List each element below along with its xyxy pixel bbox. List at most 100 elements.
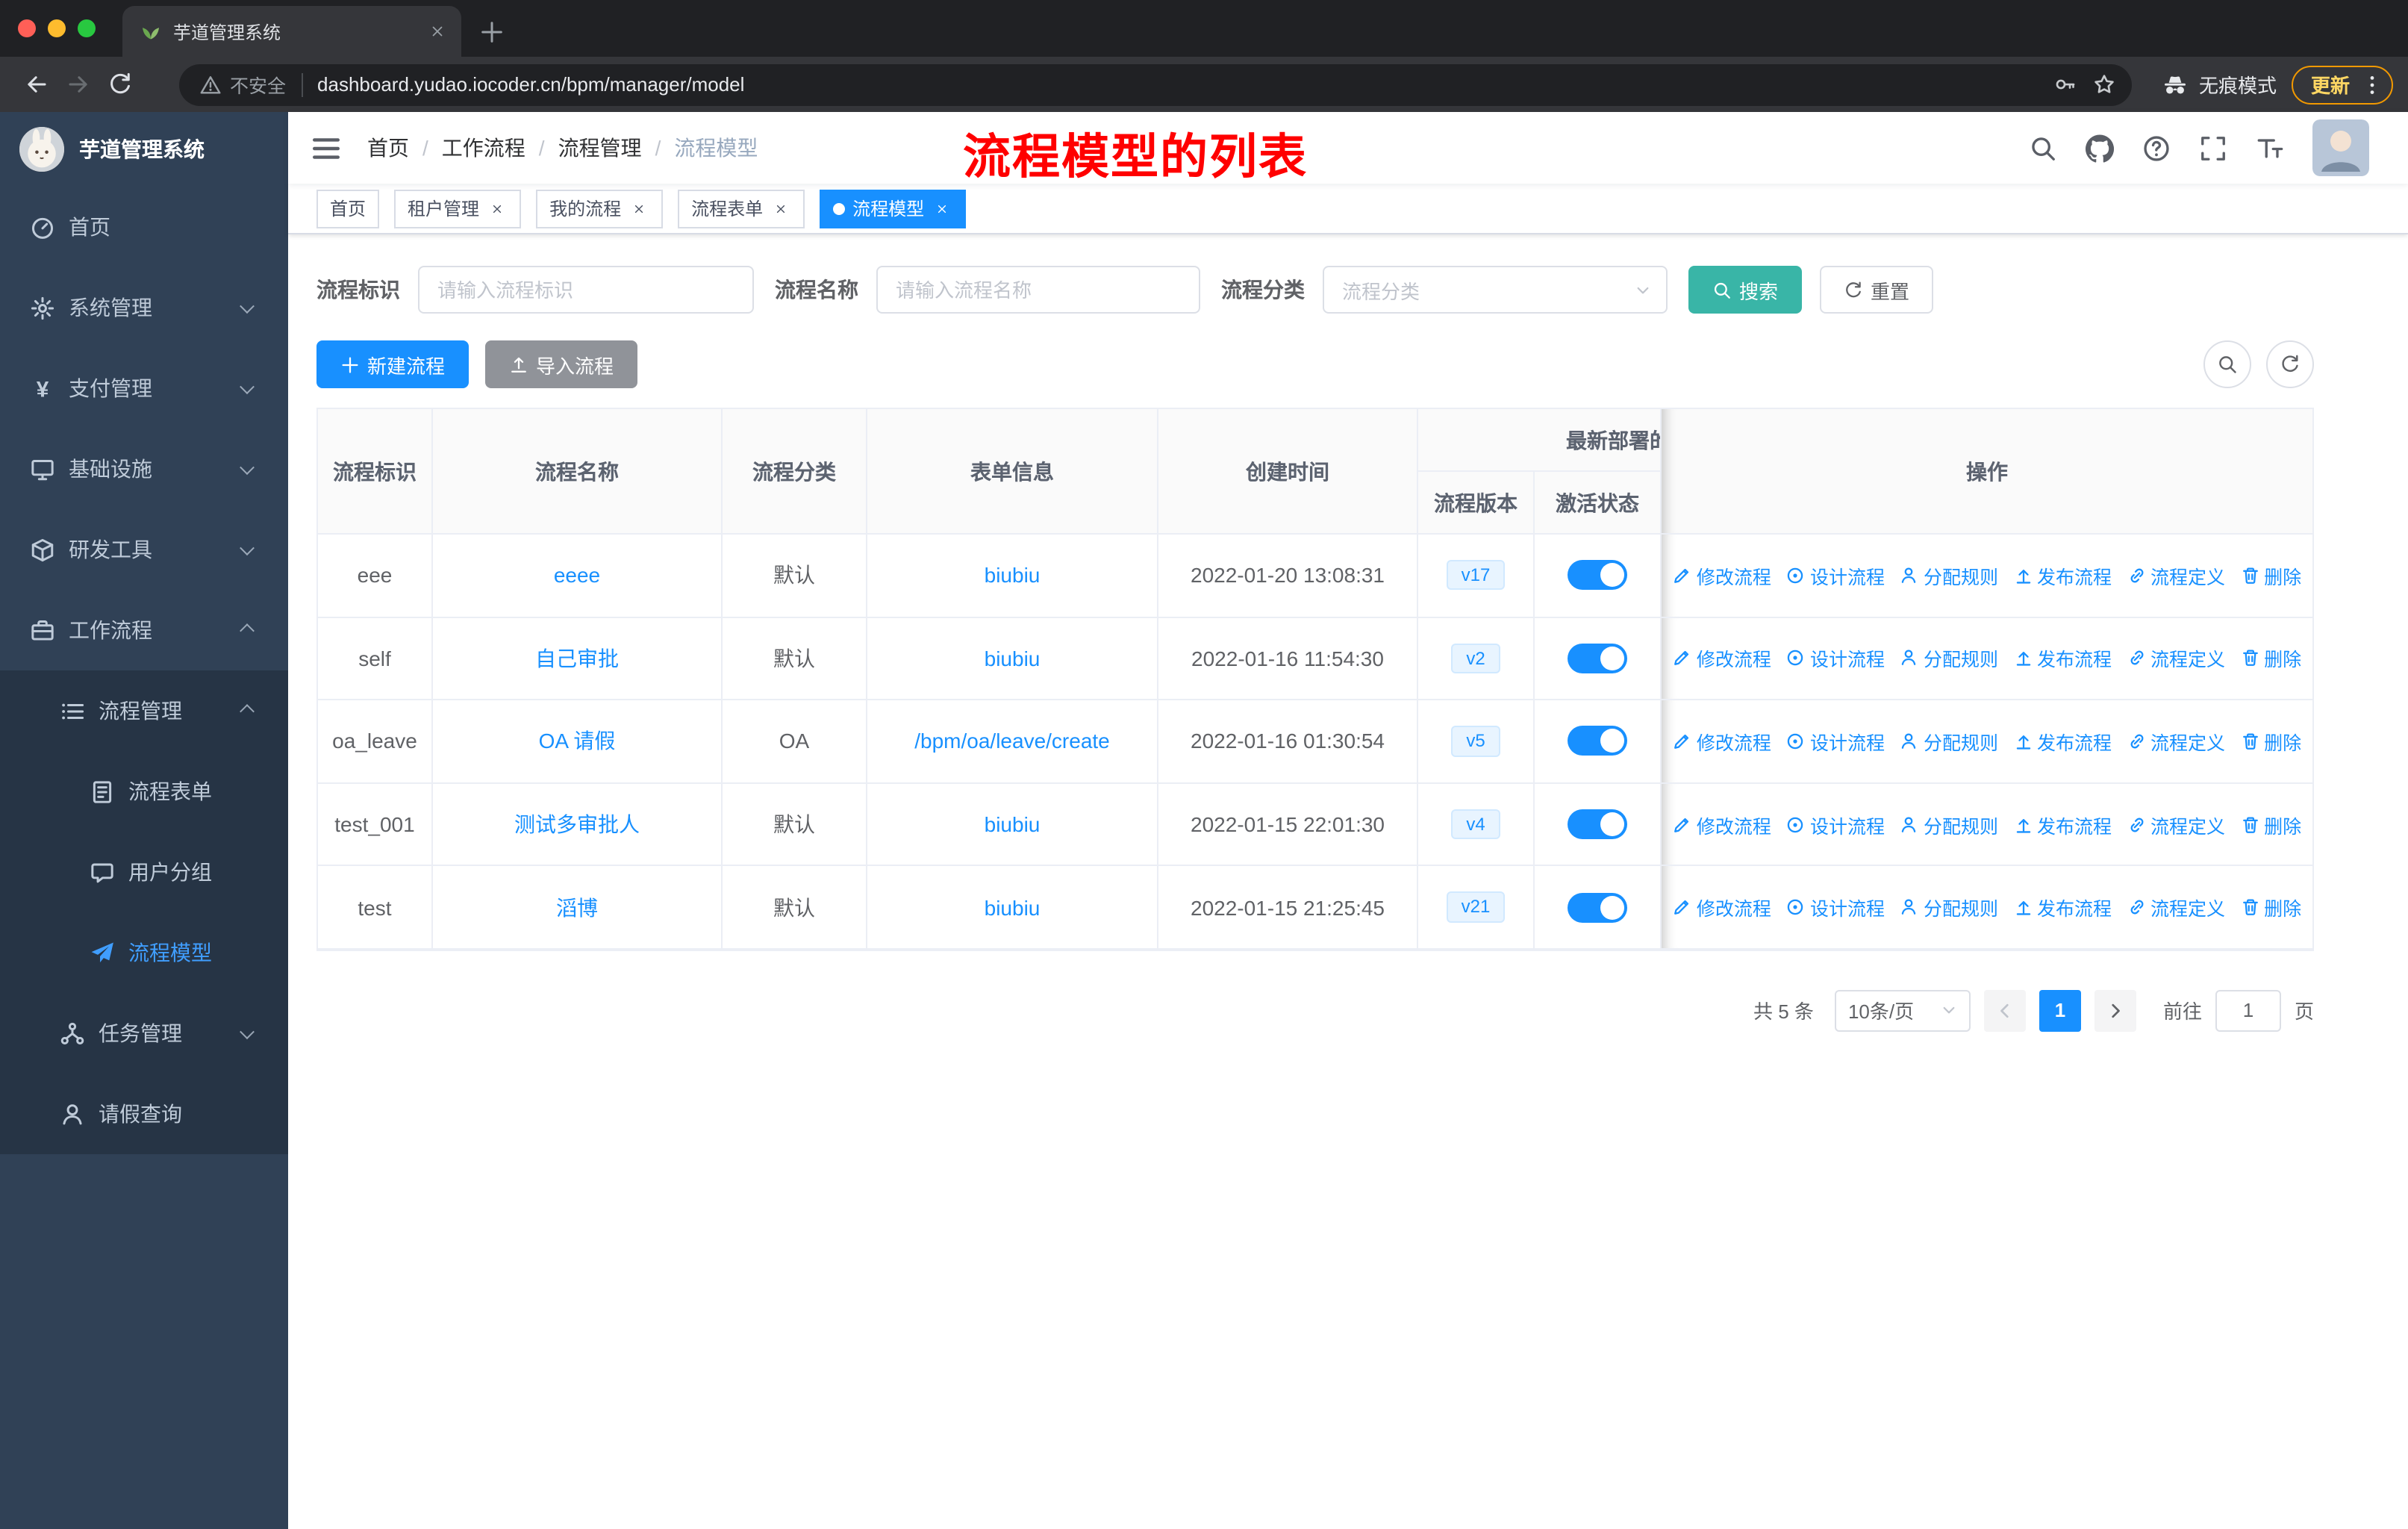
active-status-toggle[interactable] — [1568, 726, 1627, 756]
tag[interactable]: 流程模型 — [820, 189, 967, 228]
process-name-link[interactable]: 测试多审批人 — [514, 809, 640, 839]
reload-button[interactable] — [99, 63, 140, 105]
form-info-link[interactable]: /bpm/oa/leave/create — [914, 729, 1110, 753]
breadcrumb-process-manage[interactable]: 流程管理 — [558, 133, 642, 163]
sidebar-item[interactable]: 工作流程 — [0, 590, 288, 670]
window-close-button[interactable] — [18, 19, 36, 37]
form-info-link[interactable]: biubiu — [985, 812, 1041, 836]
assign-rule-button[interactable]: 分配规则 — [1900, 561, 1998, 590]
active-status-toggle[interactable] — [1568, 643, 1627, 673]
window-zoom-button[interactable] — [78, 19, 96, 37]
process-key-input[interactable] — [418, 266, 754, 314]
process-name-link[interactable]: 滔博 — [556, 892, 598, 922]
refresh-table-button[interactable] — [2266, 340, 2314, 388]
sidebar-item[interactable]: 系统管理 — [0, 267, 288, 348]
tag-close-button[interactable] — [770, 198, 791, 219]
active-status-toggle[interactable] — [1568, 560, 1627, 591]
prev-page-button[interactable] — [1983, 989, 2026, 1032]
search-button[interactable]: 搜索 — [1688, 266, 1803, 314]
browser-update-button[interactable]: 更新 — [2291, 65, 2393, 104]
help-button[interactable] — [2142, 134, 2171, 162]
process-name-link[interactable]: 自己审批 — [535, 644, 619, 673]
process-definition-button[interactable]: 流程定义 — [2127, 893, 2225, 921]
forward-button[interactable] — [57, 63, 99, 105]
tag-close-button[interactable] — [628, 198, 649, 219]
process-definition-button[interactable]: 流程定义 — [2127, 644, 2225, 673]
reset-button[interactable]: 重置 — [1820, 266, 1934, 314]
process-definition-button[interactable]: 流程定义 — [2127, 810, 2225, 838]
page-number-1[interactable]: 1 — [2039, 989, 2081, 1032]
tag-close-button[interactable] — [487, 198, 508, 219]
delete-button[interactable]: 删除 — [2240, 893, 2301, 921]
header-search-button[interactable] — [2029, 134, 2057, 162]
design-process-button[interactable]: 设计流程 — [1786, 727, 1885, 756]
modify-process-button[interactable]: 修改流程 — [1673, 893, 1771, 921]
sidebar-item[interactable]: 流程表单 — [0, 751, 288, 832]
publish-process-button[interactable]: 发布流程 — [2013, 727, 2112, 756]
design-process-button[interactable]: 设计流程 — [1786, 644, 1885, 673]
process-definition-button[interactable]: 流程定义 — [2127, 561, 2225, 590]
active-status-toggle[interactable] — [1568, 892, 1627, 923]
browser-menu-button[interactable] — [2360, 72, 2384, 96]
assign-rule-button[interactable]: 分配规则 — [1900, 893, 1998, 921]
tag[interactable]: 流程表单 — [678, 189, 805, 228]
process-name-link[interactable]: OA 请假 — [539, 726, 616, 756]
modify-process-button[interactable]: 修改流程 — [1673, 727, 1771, 756]
design-process-button[interactable]: 设计流程 — [1786, 810, 1885, 838]
import-process-button[interactable]: 导入流程 — [485, 340, 638, 388]
next-page-button[interactable] — [2094, 989, 2136, 1032]
tag[interactable]: 我的流程 — [536, 189, 664, 228]
sidebar-item[interactable]: 基础设施 — [0, 429, 288, 509]
sidebar-toggle-button[interactable] — [311, 132, 342, 164]
bookmark-star-button[interactable] — [2086, 65, 2124, 104]
toggle-search-button[interactable] — [2203, 340, 2251, 388]
assign-rule-button[interactable]: 分配规则 — [1900, 727, 1998, 756]
sidebar-item[interactable]: 首页 — [0, 187, 288, 267]
address-bar[interactable]: 不安全 dashboard.yudao.iocoder.cn/bpm/manag… — [179, 63, 2132, 105]
assign-rule-button[interactable]: 分配规则 — [1900, 810, 1998, 838]
back-button[interactable] — [15, 63, 57, 105]
new-tab-button[interactable] — [479, 19, 505, 45]
font-size-button[interactable] — [2256, 134, 2284, 162]
sidebar-item[interactable]: 用户分组 — [0, 832, 288, 912]
sidebar-item[interactable]: 流程模型 — [0, 912, 288, 993]
breadcrumb-workflow[interactable]: 工作流程 — [442, 133, 525, 163]
create-process-button[interactable]: 新建流程 — [316, 340, 470, 388]
user-avatar[interactable] — [2312, 119, 2369, 176]
tag-close-button[interactable] — [932, 198, 952, 219]
delete-button[interactable]: 删除 — [2240, 644, 2301, 673]
sidebar-item[interactable]: 任务管理 — [0, 993, 288, 1074]
delete-button[interactable]: 删除 — [2240, 810, 2301, 838]
publish-process-button[interactable]: 发布流程 — [2013, 561, 2112, 590]
design-process-button[interactable]: 设计流程 — [1786, 893, 1885, 921]
modify-process-button[interactable]: 修改流程 — [1673, 644, 1771, 673]
form-info-link[interactable]: biubiu — [985, 647, 1041, 670]
modify-process-button[interactable]: 修改流程 — [1673, 810, 1771, 838]
delete-button[interactable]: 删除 — [2240, 561, 2301, 590]
publish-process-button[interactable]: 发布流程 — [2013, 893, 2112, 921]
active-status-toggle[interactable] — [1568, 809, 1627, 840]
design-process-button[interactable]: 设计流程 — [1786, 561, 1885, 590]
fullscreen-button[interactable] — [2199, 134, 2227, 162]
process-name-link[interactable]: eeee — [554, 564, 600, 588]
sidebar-item[interactable]: 请假查询 — [0, 1074, 288, 1154]
goto-page-input[interactable] — [2215, 989, 2281, 1032]
page-size-select[interactable]: 10条/页 — [1834, 989, 1971, 1032]
process-definition-button[interactable]: 流程定义 — [2127, 727, 2225, 756]
window-minimize-button[interactable] — [48, 19, 66, 37]
category-select[interactable]: 流程分类 — [1323, 266, 1668, 314]
tab-close-button[interactable] — [425, 19, 449, 43]
assign-rule-button[interactable]: 分配规则 — [1900, 644, 1998, 673]
security-chip[interactable]: 不安全 — [200, 70, 286, 99]
sidebar-logo[interactable]: 芋道管理系统 — [0, 112, 288, 187]
tag[interactable]: 租户管理 — [394, 189, 522, 228]
browser-tab[interactable]: 芋道管理系统 — [122, 6, 461, 57]
sidebar-item[interactable]: 研发工具 — [0, 509, 288, 590]
delete-button[interactable]: 删除 — [2240, 727, 2301, 756]
publish-process-button[interactable]: 发布流程 — [2013, 644, 2112, 673]
modify-process-button[interactable]: 修改流程 — [1673, 561, 1771, 590]
github-button[interactable] — [2086, 134, 2114, 162]
sidebar-item[interactable]: ¥ 支付管理 — [0, 348, 288, 429]
form-info-link[interactable]: biubiu — [985, 895, 1041, 919]
publish-process-button[interactable]: 发布流程 — [2013, 810, 2112, 838]
